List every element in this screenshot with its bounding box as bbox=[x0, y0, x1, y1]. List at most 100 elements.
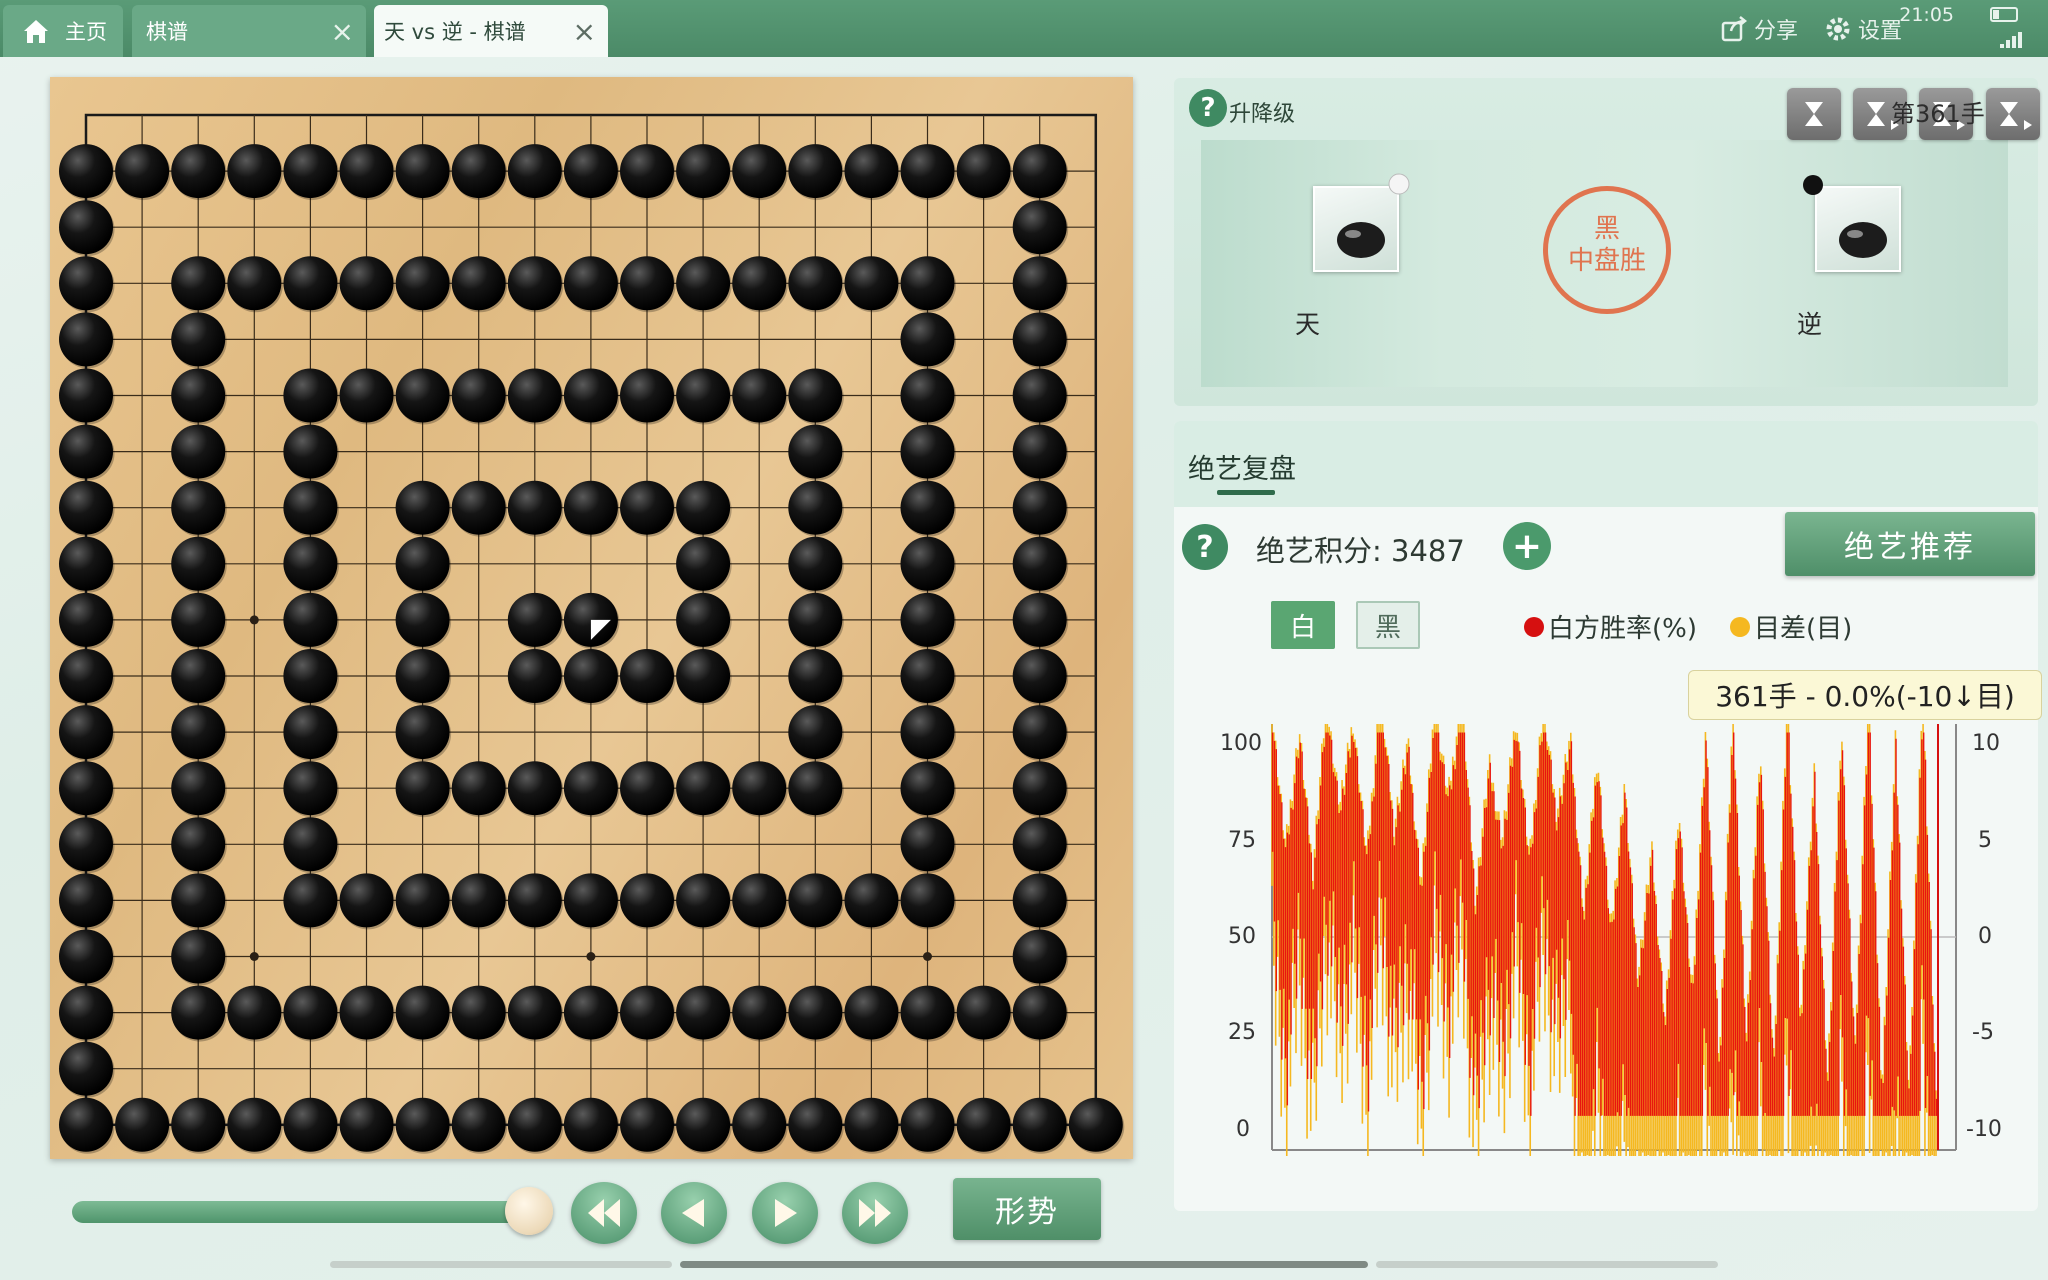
black-stone[interactable] bbox=[788, 761, 843, 816]
black-stone[interactable] bbox=[395, 256, 450, 311]
black-stone[interactable] bbox=[507, 480, 562, 535]
black-stone[interactable] bbox=[1012, 1097, 1067, 1152]
black-stone[interactable] bbox=[956, 144, 1011, 199]
black-stone[interactable] bbox=[283, 368, 338, 423]
black-stone[interactable] bbox=[171, 424, 226, 479]
black-stone[interactable] bbox=[451, 1097, 506, 1152]
black-stone[interactable] bbox=[171, 929, 226, 984]
help-icon[interactable]: ? bbox=[1189, 89, 1227, 127]
black-stone[interactable] bbox=[59, 649, 113, 703]
black-stone[interactable] bbox=[283, 424, 338, 479]
black-stone[interactable] bbox=[395, 649, 450, 703]
black-stone[interactable] bbox=[395, 1097, 450, 1152]
toggle-black[interactable]: 黑 bbox=[1356, 601, 1420, 649]
hourglass-button[interactable] bbox=[1787, 88, 1841, 140]
black-stone[interactable] bbox=[620, 256, 674, 311]
black-stone[interactable] bbox=[507, 592, 562, 647]
hourglass-play-button-3[interactable] bbox=[1986, 88, 2040, 140]
black-stone[interactable] bbox=[620, 761, 674, 816]
black-stone[interactable] bbox=[451, 144, 506, 199]
black-stone[interactable] bbox=[788, 592, 843, 647]
black-stone[interactable] bbox=[59, 817, 113, 872]
black-stone[interactable] bbox=[1012, 817, 1067, 872]
black-stone[interactable] bbox=[451, 761, 506, 816]
black-stone[interactable] bbox=[1012, 144, 1067, 199]
close-icon[interactable]: × bbox=[331, 15, 354, 48]
black-stone[interactable] bbox=[732, 985, 787, 1040]
black-stone[interactable] bbox=[732, 873, 787, 928]
black-stone[interactable] bbox=[59, 424, 113, 479]
black-stone[interactable] bbox=[115, 1097, 170, 1152]
black-stone[interactable] bbox=[676, 592, 731, 647]
black-stone[interactable] bbox=[563, 985, 618, 1040]
black-stone[interactable] bbox=[676, 536, 731, 591]
black-stone[interactable] bbox=[732, 368, 787, 423]
last-move-button[interactable] bbox=[842, 1182, 908, 1244]
black-stone[interactable] bbox=[283, 817, 338, 872]
black-stone[interactable] bbox=[59, 200, 113, 255]
black-stone[interactable] bbox=[115, 144, 170, 199]
black-stone[interactable] bbox=[732, 256, 787, 311]
black-stone[interactable] bbox=[283, 256, 338, 311]
black-stone[interactable] bbox=[395, 761, 450, 816]
black-stone[interactable] bbox=[1012, 873, 1067, 928]
settings-button[interactable]: 设置 bbox=[1824, 13, 1902, 45]
black-stone[interactable] bbox=[676, 761, 731, 816]
black-stone[interactable] bbox=[956, 1097, 1011, 1152]
black-stone[interactable] bbox=[1012, 256, 1067, 311]
black-stone[interactable] bbox=[620, 985, 674, 1040]
black-stone[interactable] bbox=[844, 873, 899, 928]
share-button[interactable]: 分享 bbox=[1720, 13, 1798, 45]
black-stone[interactable] bbox=[620, 873, 674, 928]
black-stone[interactable] bbox=[1012, 649, 1067, 703]
black-stone[interactable] bbox=[1012, 985, 1067, 1040]
black-stone[interactable] bbox=[1012, 705, 1067, 760]
black-stone[interactable] bbox=[283, 536, 338, 591]
black-stone[interactable] bbox=[451, 480, 506, 535]
tab-active-game[interactable]: 天 vs 逆 - 棋谱 × bbox=[374, 5, 608, 57]
black-stone[interactable] bbox=[900, 761, 955, 816]
black-stone[interactable] bbox=[788, 536, 843, 591]
black-stone[interactable] bbox=[563, 256, 618, 311]
black-stone[interactable] bbox=[395, 592, 450, 647]
black-stone[interactable] bbox=[59, 144, 113, 199]
tab-analysis[interactable]: 绝艺复盘 bbox=[1188, 447, 1296, 486]
black-stone[interactable] bbox=[283, 144, 338, 199]
black-stone[interactable] bbox=[788, 873, 843, 928]
black-stone[interactable] bbox=[171, 312, 226, 367]
black-stone[interactable] bbox=[676, 985, 731, 1040]
black-stone[interactable] bbox=[732, 144, 787, 199]
black-stone[interactable] bbox=[507, 985, 562, 1040]
black-stone[interactable] bbox=[844, 256, 899, 311]
black-stone[interactable] bbox=[451, 985, 506, 1040]
black-stone[interactable] bbox=[676, 649, 731, 703]
black-stone[interactable] bbox=[59, 480, 113, 535]
black-stone[interactable] bbox=[283, 1097, 338, 1152]
black-stone[interactable] bbox=[900, 873, 955, 928]
black-stone[interactable] bbox=[507, 873, 562, 928]
black-stone[interactable] bbox=[788, 424, 843, 479]
black-stone[interactable] bbox=[563, 1097, 618, 1152]
black-stone[interactable] bbox=[676, 1097, 731, 1152]
black-stone[interactable] bbox=[339, 256, 394, 311]
black-stone[interactable] bbox=[900, 705, 955, 760]
black-stone[interactable] bbox=[1012, 368, 1067, 423]
black-stone[interactable] bbox=[395, 368, 450, 423]
move-slider[interactable] bbox=[72, 1201, 542, 1223]
black-stone[interactable] bbox=[283, 873, 338, 928]
black-stone[interactable] bbox=[676, 256, 731, 311]
black-stone[interactable] bbox=[900, 368, 955, 423]
black-stone[interactable] bbox=[283, 649, 338, 703]
black-stone[interactable] bbox=[59, 705, 113, 760]
black-stone[interactable] bbox=[844, 144, 899, 199]
black-stone[interactable] bbox=[171, 144, 226, 199]
winrate-chart[interactable] bbox=[1268, 718, 1960, 1156]
black-stone[interactable] bbox=[563, 368, 618, 423]
black-stone[interactable] bbox=[620, 649, 674, 703]
black-stone[interactable] bbox=[507, 368, 562, 423]
black-stone[interactable] bbox=[59, 592, 113, 647]
tab-home[interactable]: 主页 bbox=[3, 5, 123, 57]
black-stone[interactable] bbox=[59, 929, 113, 984]
black-stone[interactable] bbox=[283, 761, 338, 816]
black-stone[interactable] bbox=[171, 480, 226, 535]
